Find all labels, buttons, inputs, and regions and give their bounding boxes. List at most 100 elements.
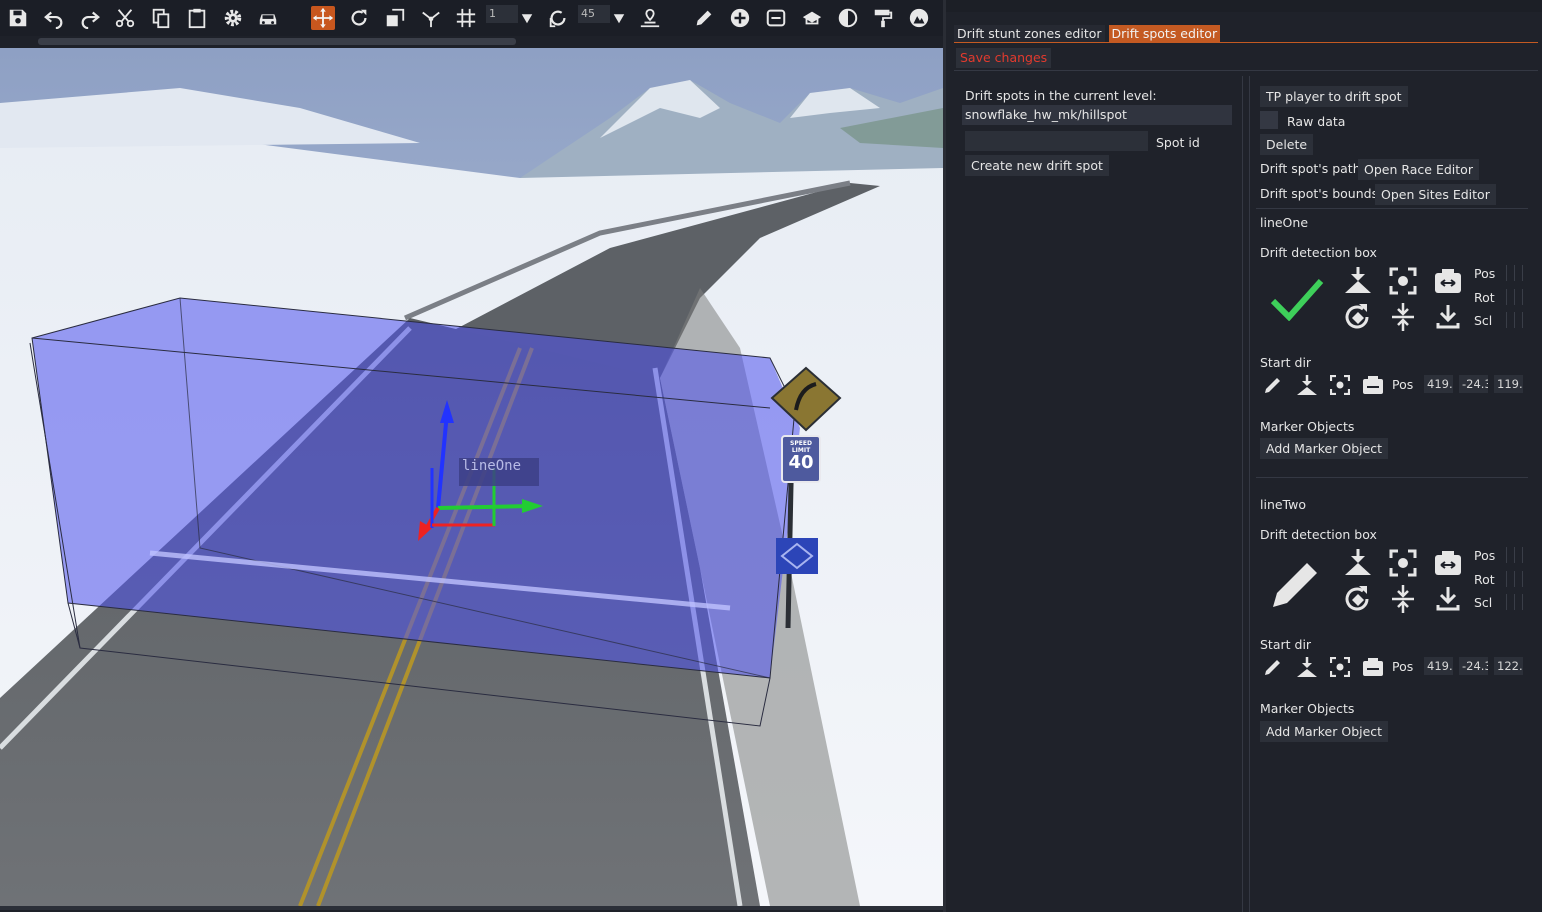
scale-icon[interactable]: [383, 6, 407, 30]
pencil-icon[interactable]: [1262, 374, 1284, 396]
rot-value-field[interactable]: [1522, 571, 1523, 587]
pos-value-field[interactable]: [1506, 265, 1507, 281]
align-icon[interactable]: [419, 6, 443, 30]
drop-to-ground-icon[interactable]: [1342, 264, 1374, 296]
drop-to-ground-icon[interactable]: [1342, 546, 1374, 578]
line-name: lineTwo: [1260, 497, 1306, 512]
add-icon[interactable]: [728, 6, 752, 30]
start-pos-z-input[interactable]: 119.: [1494, 375, 1523, 393]
open-sites-editor-button[interactable]: Open Sites Editor: [1375, 184, 1496, 205]
start-dir-label: Start dir: [1260, 355, 1312, 370]
rotate-snap-dropdown-icon[interactable]: [610, 6, 628, 30]
redo-icon[interactable]: [78, 6, 102, 30]
camera-icon[interactable]: [800, 6, 824, 30]
panel-title-bar: [946, 0, 1542, 12]
rotate-icon[interactable]: [347, 6, 371, 30]
pos-value-field[interactable]: [1522, 265, 1523, 281]
focus-icon[interactable]: [1329, 656, 1351, 678]
rot-value-field[interactable]: [1514, 289, 1515, 305]
time-of-day-icon[interactable]: [836, 6, 860, 30]
vehicle-icon[interactable]: [256, 6, 280, 30]
start-pos-y-input[interactable]: -24.3: [1459, 657, 1488, 675]
rot-value-field[interactable]: [1514, 571, 1515, 587]
rotate-snap-icon[interactable]: [546, 6, 570, 30]
camera-align-icon[interactable]: [1362, 657, 1384, 677]
add-marker-object-button[interactable]: Add Marker Object: [1260, 721, 1389, 742]
start-pos-z-input[interactable]: 122.9: [1494, 657, 1523, 675]
collapse-icon[interactable]: [1388, 584, 1418, 614]
tab-drift-spots[interactable]: Drift spots editor: [1108, 25, 1221, 42]
pos-value-field[interactable]: [1506, 547, 1507, 563]
grid-snap-input[interactable]: 1: [486, 5, 518, 23]
node-icon[interactable]: [764, 6, 788, 30]
pos-value-field[interactable]: [1514, 547, 1515, 563]
tab-drift-stunt-zones[interactable]: Drift stunt zones editor: [954, 25, 1105, 42]
3d-viewport[interactable]: lineOne SPEED LIMIT 40: [0, 48, 943, 910]
reset-rotation-icon[interactable]: [1342, 300, 1374, 332]
undo-icon[interactable]: [42, 6, 66, 30]
add-marker-object-button[interactable]: Add Marker Object: [1260, 438, 1389, 459]
create-drift-spot-button[interactable]: Create new drift spot: [965, 155, 1109, 176]
spot-list-item[interactable]: snowflake_hw_mk/hillspot: [962, 105, 1232, 125]
scl-value-field[interactable]: [1506, 312, 1507, 328]
pencil-icon[interactable]: [692, 6, 716, 30]
focus-icon[interactable]: [1388, 548, 1418, 578]
rot-value-field[interactable]: [1506, 289, 1507, 305]
paste-icon[interactable]: [185, 6, 209, 30]
tp-player-button[interactable]: TP player to drift spot: [1260, 86, 1408, 107]
camera-align-icon[interactable]: [1432, 548, 1464, 578]
reset-rotation-icon[interactable]: [1342, 582, 1374, 614]
settings-gear-icon[interactable]: [221, 6, 245, 30]
paint-roller-icon[interactable]: [871, 6, 895, 30]
pencil-icon[interactable]: [1268, 556, 1324, 610]
delete-button[interactable]: Delete: [1260, 134, 1314, 155]
camera-align-icon[interactable]: [1432, 266, 1464, 296]
start-pos-y-input[interactable]: -24.3: [1459, 375, 1488, 393]
toolbar-scrollbar[interactable]: [38, 38, 516, 45]
raw-data-checkbox[interactable]: [1260, 111, 1278, 129]
rot-label: Rot: [1474, 572, 1495, 587]
scl-value-field[interactable]: [1522, 312, 1523, 328]
pos-value-field[interactable]: [1522, 547, 1523, 563]
line-name: lineOne: [1260, 215, 1309, 230]
rotate-snap-input[interactable]: 45: [578, 5, 610, 23]
speed-sign-top: SPEED: [790, 440, 812, 447]
cut-icon[interactable]: [113, 6, 137, 30]
save-icon[interactable]: [6, 6, 30, 30]
copy-icon[interactable]: [149, 6, 173, 30]
grid-snap-dropdown-icon[interactable]: [518, 6, 536, 30]
start-pos-x-input[interactable]: 419.: [1424, 375, 1453, 393]
drift-detection-box-label: Drift detection box: [1260, 527, 1377, 542]
terrain-snap-icon[interactable]: [638, 6, 662, 30]
scl-value-field[interactable]: [1514, 312, 1515, 328]
rot-value-field[interactable]: [1522, 289, 1523, 305]
drop-to-ground-icon[interactable]: [1295, 374, 1319, 396]
start-pos-label: Pos: [1392, 659, 1414, 674]
world-icon[interactable]: [907, 6, 931, 30]
scl-value-field[interactable]: [1514, 594, 1515, 610]
pencil-icon[interactable]: [1262, 656, 1284, 678]
scl-label: Scl: [1474, 595, 1493, 610]
collapse-icon[interactable]: [1388, 302, 1418, 332]
scl-value-field[interactable]: [1506, 594, 1507, 610]
start-pos-x-input[interactable]: 419.: [1424, 657, 1453, 675]
camera-align-icon[interactable]: [1362, 375, 1384, 395]
download-icon[interactable]: [1434, 302, 1462, 330]
focus-icon[interactable]: [1329, 374, 1351, 396]
focus-icon[interactable]: [1388, 266, 1418, 296]
download-icon[interactable]: [1434, 584, 1462, 612]
open-race-editor-button[interactable]: Open Race Editor: [1358, 159, 1479, 180]
save-changes-button[interactable]: Save changes: [956, 48, 1052, 68]
gizmo-label: lineOne: [462, 458, 522, 474]
grid-snap-icon[interactable]: [454, 6, 478, 30]
rot-value-field[interactable]: [1506, 571, 1507, 587]
spot-id-input[interactable]: [965, 131, 1148, 151]
pos-value-field[interactable]: [1514, 265, 1515, 281]
move-gizmo-icon[interactable]: [311, 6, 335, 30]
raw-data-label: Raw data: [1287, 114, 1346, 129]
scl-label: Scl: [1474, 313, 1493, 328]
editor-tabs: Drift stunt zones editor Drift spots edi…: [954, 25, 1221, 42]
speed-sign-value: 40: [788, 452, 814, 473]
scl-value-field[interactable]: [1522, 594, 1523, 610]
drop-to-ground-icon[interactable]: [1295, 656, 1319, 678]
